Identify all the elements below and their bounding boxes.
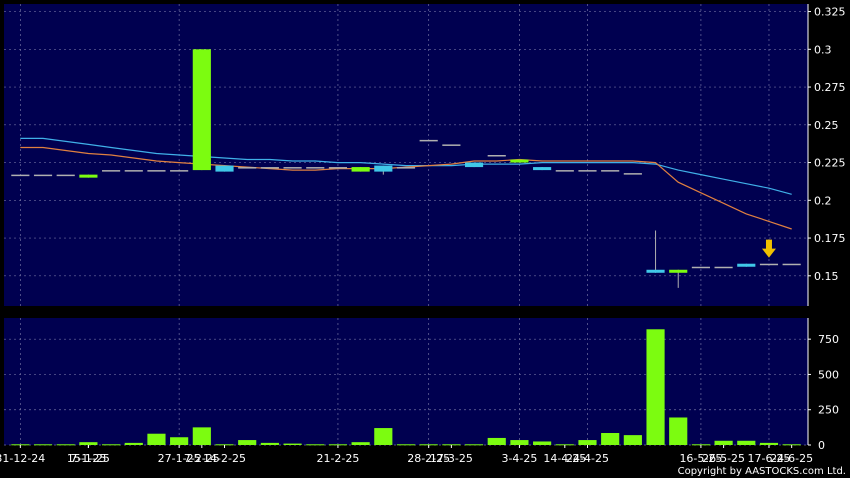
volume-bar <box>533 441 552 445</box>
price-tick-label: 0.225 <box>814 157 846 170</box>
candle-body <box>759 263 779 266</box>
volume-bar <box>510 440 529 445</box>
price-tick-label: 0.2 <box>814 194 832 207</box>
volume-tick-label: 0 <box>818 439 825 452</box>
candle-body <box>102 170 121 172</box>
volume-bar <box>396 444 416 446</box>
volume-panel <box>4 318 808 445</box>
candle-body <box>623 173 642 175</box>
candle-body <box>306 167 325 169</box>
volume-bar <box>79 442 98 445</box>
price-tick-label: 0.25 <box>814 119 839 132</box>
volume-bar <box>33 444 53 446</box>
price-tick-label: 0.175 <box>814 232 846 245</box>
volume-bar <box>578 440 597 445</box>
date-tick-label: 24-4-25 <box>566 452 609 465</box>
candle-body <box>192 49 211 171</box>
price-tick-label: 0.15 <box>814 270 839 283</box>
volume-bar <box>260 442 279 445</box>
date-tick-label: 3-4-25 <box>501 452 537 465</box>
candle-body <box>11 174 30 177</box>
volume-bar <box>306 444 325 446</box>
candle-body <box>147 170 166 172</box>
volume-bar <box>601 433 620 445</box>
candle-body <box>487 155 506 157</box>
candle-body <box>782 263 801 266</box>
volume-bar <box>192 427 211 445</box>
volume-bar <box>487 437 506 445</box>
volume-bar <box>283 443 302 445</box>
candle-body <box>691 266 710 269</box>
volume-bar <box>623 435 642 445</box>
volume-bar <box>170 437 189 445</box>
volume-bar <box>124 442 143 445</box>
candle-body <box>601 170 620 172</box>
volume-bar <box>669 417 688 445</box>
date-tick-label: 21-2-25 <box>316 452 359 465</box>
candle-body <box>396 167 416 169</box>
candle-body <box>533 167 552 171</box>
candle-body <box>669 269 688 273</box>
stock-chart: 0.15 0.175 0.2 0.225 0.25 0.275 0.3 0.325 0 250 5… <box>0 0 850 478</box>
candle-body <box>328 167 348 169</box>
volume-bar <box>147 433 166 445</box>
date-tick-label: 24-6-25 <box>770 452 813 465</box>
candle-body <box>79 174 98 178</box>
candle-body <box>260 167 279 169</box>
volume-bar <box>351 442 370 445</box>
volume-bar <box>464 444 484 446</box>
candle-body <box>442 144 461 146</box>
candle-body <box>238 167 257 169</box>
date-tick-label: 15-1-25 <box>67 452 110 465</box>
price-tick-label: 0.275 <box>814 81 846 94</box>
volume-bar <box>714 440 733 445</box>
volume-bar <box>238 440 257 445</box>
date-tick-label: 26-5-25 <box>702 452 745 465</box>
price-tick-label: 0.325 <box>814 6 846 19</box>
candle-body <box>33 174 53 177</box>
candle-body <box>737 263 756 267</box>
copyright-text: Copyright by AASTOCKS.com Ltd. <box>678 466 846 477</box>
candle-body <box>170 170 189 172</box>
candle-body <box>215 165 234 172</box>
candle-body <box>351 167 370 172</box>
candle-body <box>56 174 75 177</box>
volume-bar <box>737 440 756 445</box>
date-tick-label: 14-2-25 <box>203 452 246 465</box>
date-tick-label: 31-12-24 <box>0 452 45 465</box>
candle-body <box>464 162 484 168</box>
candle-body <box>374 165 393 172</box>
volume-bar <box>374 428 393 445</box>
candle-body <box>714 266 733 269</box>
volume-tick-label: 250 <box>818 404 839 417</box>
candle-body <box>283 167 302 169</box>
price-tick-label: 0.3 <box>814 43 832 56</box>
volume-tick-label: 500 <box>818 368 839 381</box>
date-tick-label: 17-3-25 <box>430 452 473 465</box>
volume-bar <box>56 444 75 446</box>
candle-body <box>578 170 597 172</box>
candle-body <box>555 170 574 172</box>
candle-body <box>510 159 529 163</box>
candle-body <box>419 139 438 142</box>
volume-bar <box>646 329 665 445</box>
candle-body <box>646 269 665 273</box>
volume-bar <box>102 444 121 446</box>
volume-tick-label: 750 <box>818 333 839 346</box>
volume-bar <box>759 442 779 445</box>
candle-body <box>124 170 143 172</box>
